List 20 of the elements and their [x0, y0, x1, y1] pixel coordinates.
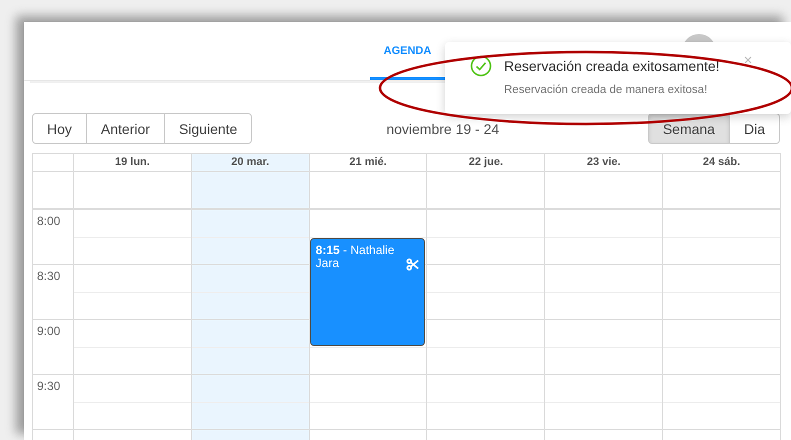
time-label: 9:00: [37, 324, 60, 338]
time-label: 8:30: [37, 269, 60, 283]
day-header: 22 jue.: [427, 154, 544, 172]
event-text: 8:15 - Nathalie Jara: [316, 244, 396, 270]
day-header: 21 mié.: [310, 154, 426, 172]
day-header: 24 sáb.: [663, 154, 780, 172]
check-circle-icon: [470, 55, 492, 77]
nav-button[interactable]: Anterior: [86, 113, 165, 144]
toast-message: Reservación creada de manera exitosa!: [504, 84, 708, 96]
day-header: 20 mar.: [192, 154, 309, 172]
nav-button[interactable]: Hoy: [32, 113, 87, 144]
scissors-icon: [406, 258, 420, 270]
view-button[interactable]: Dia: [728, 113, 780, 144]
date-range-title: noviembre 19 - 24: [385, 120, 500, 136]
time-label: 9:30: [37, 379, 60, 393]
toast-title: Reservación creada exitosamente!: [504, 58, 720, 74]
day-header: 19 lun.: [74, 154, 191, 172]
nav-button[interactable]: Siguiente: [164, 113, 252, 144]
time-label: 8:00: [37, 214, 60, 228]
day-header: 23 vie.: [545, 154, 662, 172]
